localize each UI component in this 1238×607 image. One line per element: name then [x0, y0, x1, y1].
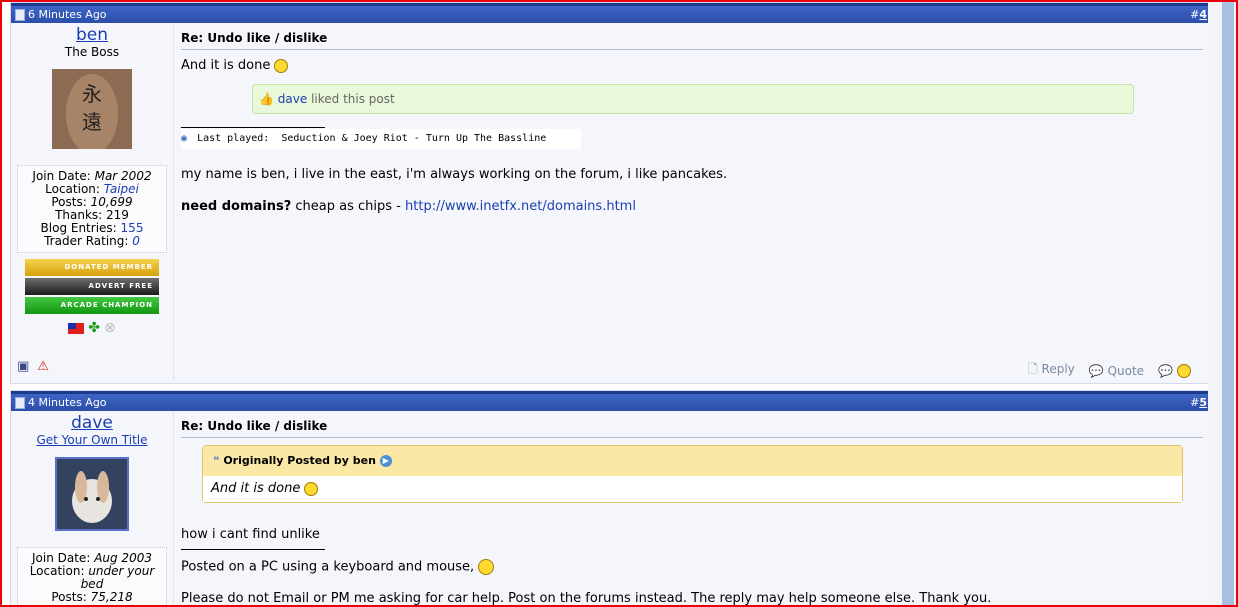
- signature-divider: [181, 549, 325, 550]
- scrollbar[interactable]: [1222, 2, 1234, 605]
- network-icon[interactable]: ▣: [17, 359, 29, 374]
- quote-mark-icon: ❝: [213, 454, 220, 467]
- post-number-link[interactable]: 5: [1199, 396, 1207, 409]
- report-icon[interactable]: ⚠: [37, 359, 49, 374]
- post-time: 4 Minutes Ago: [15, 394, 107, 411]
- advert-free-badge: ADVERT FREE: [25, 278, 159, 295]
- post-body: And it is done: [181, 58, 1203, 73]
- quote-box: ❝ Originally Posted by ben ▶ And it is d…: [202, 445, 1183, 503]
- reply-icon: 🗋: [1028, 362, 1038, 376]
- trader-link[interactable]: 0: [132, 234, 140, 248]
- signature-line-2: Please do not Email or PM me asking for …: [181, 591, 992, 606]
- reply-button[interactable]: 🗋 Reply: [1028, 360, 1075, 381]
- smile-icon: [274, 58, 289, 73]
- user-flags: ✤ ⊗: [11, 320, 173, 336]
- post-body: how i cant find unlike: [181, 527, 320, 542]
- post-title: Re: Undo like / dislike: [181, 419, 1203, 438]
- thumbs-up-icon: 👍: [259, 92, 274, 106]
- quote-icon: 💬: [1088, 363, 1104, 378]
- domains-line: need domains? cheap as chips - http://ww…: [181, 199, 636, 214]
- taiwan-flag-icon: [68, 323, 85, 334]
- user-title: The Boss: [64, 45, 120, 59]
- post-actions: 🗋 Reply 💬 Quote 💬: [1028, 360, 1191, 381]
- post-title: Re: Undo like / dislike: [181, 31, 1203, 50]
- avatar-image: 永 遠: [52, 69, 132, 154]
- quote-button[interactable]: 💬 Quote: [1089, 364, 1144, 378]
- view-post-icon[interactable]: ▶: [379, 455, 392, 467]
- arcade-champion-badge: ARCADE CHAMPION: [25, 297, 159, 314]
- post-header: 6 Minutes Ago #4: [11, 3, 1211, 23]
- signature-text: my name is ben, i live in the east, i'm …: [181, 167, 728, 182]
- user-stats: Join Date: Mar 2002 Location: Taipei Pos…: [17, 165, 167, 253]
- post-number-link[interactable]: 4: [1199, 8, 1207, 21]
- liked-box: 👍 dave liked this post: [252, 84, 1134, 114]
- like-button-icon[interactable]: [1177, 363, 1191, 378]
- post-content: Re: Undo like / dislike ❝ Originally Pos…: [181, 419, 1203, 606]
- username[interactable]: ben: [11, 25, 173, 45]
- smile-icon: [304, 481, 319, 496]
- blog-link[interactable]: 155: [121, 221, 144, 235]
- avatar-image: [57, 459, 127, 529]
- post-number[interactable]: #5: [1190, 394, 1207, 411]
- post-5: 4 Minutes Ago #5 dave Get Your Own Title…: [10, 390, 1212, 606]
- svg-text:永: 永: [82, 82, 102, 106]
- offline-icon: ⊗: [104, 320, 116, 336]
- user-stats: Join Date: Aug 2003 Location: under your…: [17, 547, 167, 605]
- user-title-link[interactable]: Get Your Own Title: [11, 433, 173, 447]
- quote-header: ❝ Originally Posted by ben ▶: [203, 446, 1182, 476]
- svg-text:遠: 遠: [82, 110, 102, 134]
- user-info: ben The Boss 永 遠 Join Date: Mar 2002 Loc…: [11, 23, 174, 380]
- avatar[interactable]: 永 遠: [52, 69, 132, 154]
- user-icons: ▣ ⚠: [17, 359, 49, 374]
- music-icon: ◉: [181, 133, 188, 144]
- last-played: ◉ Last played: Seduction & Joey Riot - T…: [181, 129, 581, 149]
- location-link[interactable]: Taipei: [104, 182, 139, 196]
- post-icon: [15, 396, 25, 409]
- thinking-smiley-icon: [478, 559, 495, 575]
- liked-user-link[interactable]: dave: [278, 92, 307, 106]
- post-time: 6 Minutes Ago: [15, 6, 107, 23]
- multi-quote-button[interactable]: 💬: [1158, 364, 1173, 378]
- post-4: 6 Minutes Ago #4 ben The Boss 永 遠 Join D…: [10, 2, 1212, 384]
- post-icon: [15, 8, 25, 21]
- username[interactable]: dave: [11, 413, 173, 433]
- signature-line-1: Posted on a PC using a keyboard and mous…: [181, 559, 495, 575]
- avatar[interactable]: [55, 457, 129, 531]
- post-content: Re: Undo like / dislike And it is done 👍…: [181, 31, 1203, 378]
- clover-icon: ✤: [88, 320, 100, 336]
- forum-frame: 6 Minutes Ago #4 ben The Boss 永 遠 Join D…: [0, 0, 1238, 607]
- signature-divider: [181, 127, 325, 128]
- domains-link[interactable]: http://www.inetfx.net/domains.html: [405, 199, 636, 214]
- quote-body: And it is done: [203, 476, 1182, 502]
- user-info: dave Get Your Own Title Join Date: Aug 2…: [11, 411, 174, 605]
- post-number[interactable]: #4: [1190, 6, 1207, 23]
- post-header: 4 Minutes Ago #5: [11, 391, 1211, 411]
- donated-member-badge: DONATED MEMBER: [25, 259, 159, 276]
